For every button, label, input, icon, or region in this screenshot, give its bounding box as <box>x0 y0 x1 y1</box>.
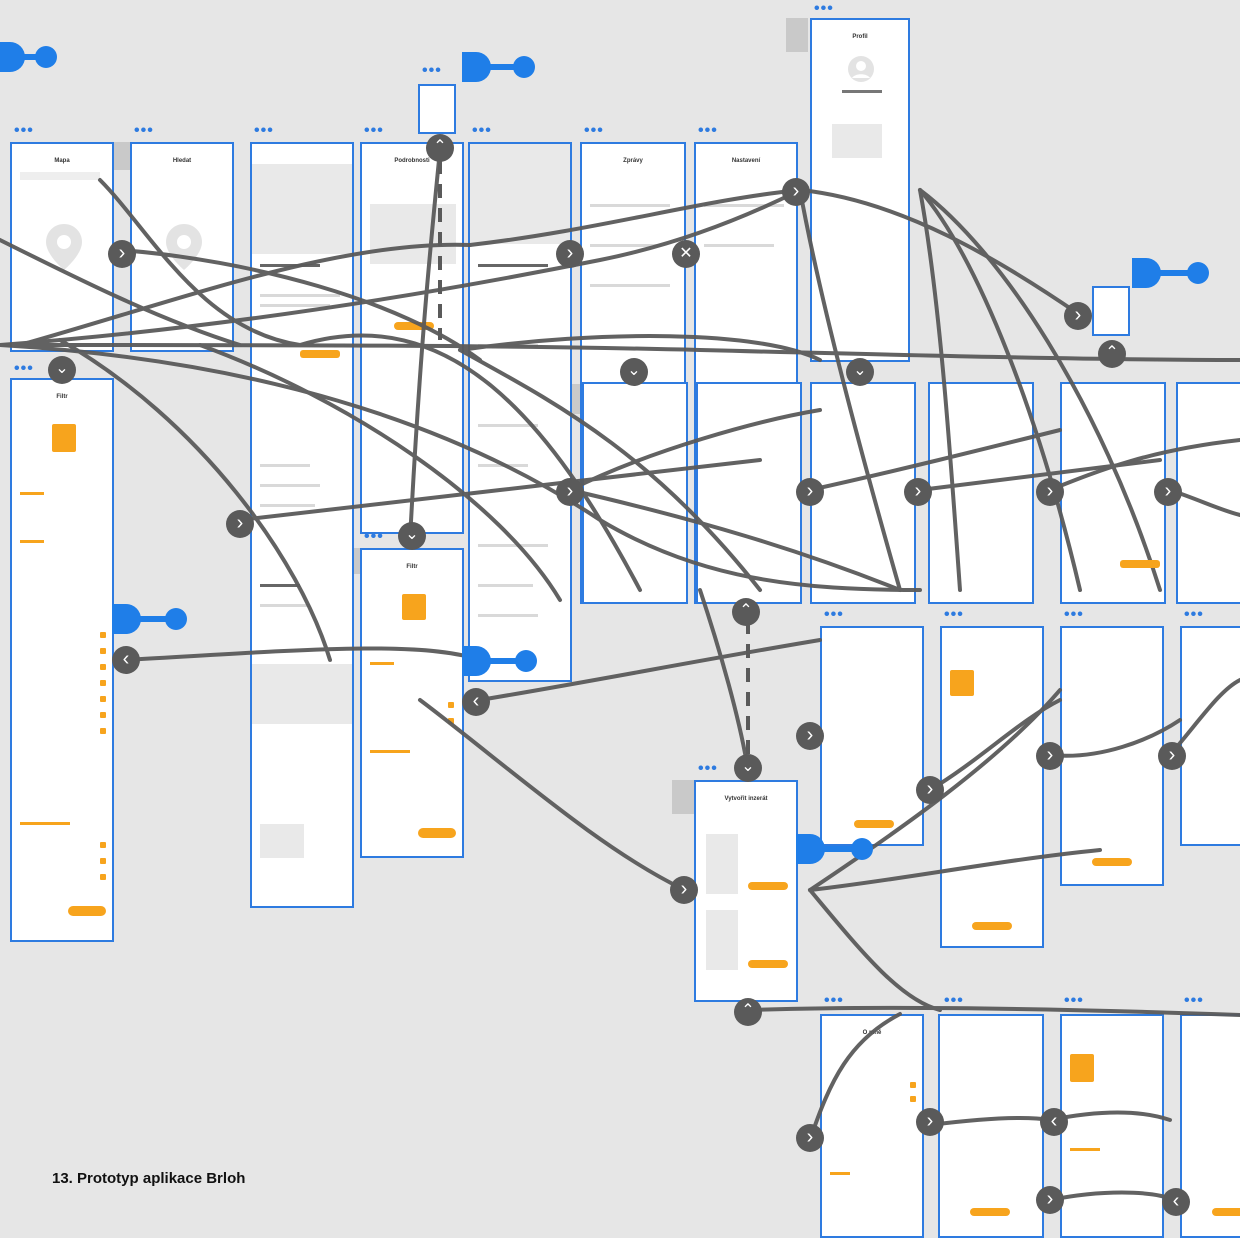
chevron-right-icon[interactable]: › <box>1036 742 1064 770</box>
chevron-down-icon[interactable]: ⌄ <box>48 356 76 384</box>
chevron-down-icon[interactable]: ⌄ <box>846 358 874 386</box>
close-icon[interactable]: ✕ <box>672 240 700 268</box>
link-pin-icon[interactable] <box>0 42 60 72</box>
chevron-right-icon[interactable]: › <box>108 240 136 268</box>
figure-caption: 13. Prototyp aplikace Brloh <box>52 1170 246 1187</box>
chevron-down-icon[interactable]: ⌄ <box>734 754 762 782</box>
chevron-left-icon[interactable]: ‹ <box>462 688 490 716</box>
chevron-right-icon[interactable]: › <box>916 1108 944 1136</box>
chevron-right-icon[interactable]: › <box>796 722 824 750</box>
chevron-right-icon[interactable]: › <box>1064 302 1092 330</box>
link-pin-icon[interactable] <box>796 834 876 864</box>
chevron-right-icon[interactable]: › <box>796 1124 824 1152</box>
link-pin-icon[interactable] <box>462 52 538 82</box>
chevron-right-icon[interactable]: › <box>1036 478 1064 506</box>
chevron-right-icon[interactable]: › <box>556 240 584 268</box>
chevron-right-icon[interactable]: › <box>1158 742 1186 770</box>
chevron-right-icon[interactable]: › <box>556 478 584 506</box>
chevron-left-icon[interactable]: ‹ <box>1040 1108 1068 1136</box>
link-pin-icon[interactable] <box>1132 258 1212 288</box>
link-pin-icon[interactable] <box>462 646 540 676</box>
chevron-up-icon[interactable]: ⌃ <box>732 598 760 626</box>
chevron-right-icon[interactable]: › <box>796 478 824 506</box>
chevron-right-icon[interactable]: › <box>916 776 944 804</box>
chevron-right-icon[interactable]: › <box>226 510 254 538</box>
chevron-up-icon[interactable]: ⌃ <box>734 998 762 1026</box>
chevron-down-icon[interactable]: ⌄ <box>620 358 648 386</box>
chevron-up-icon[interactable]: ⌃ <box>426 134 454 162</box>
chevron-down-icon[interactable]: ⌄ <box>398 522 426 550</box>
chevron-right-icon[interactable]: › <box>670 876 698 904</box>
chevron-up-icon[interactable]: ⌃ <box>1098 340 1126 368</box>
chevron-right-icon[interactable]: › <box>782 178 810 206</box>
chevron-left-icon[interactable]: ‹ <box>112 646 140 674</box>
prototype-canvas[interactable]: ••• Mapa ••• Hledat ••• ••• Podrobnosti … <box>0 0 1240 1238</box>
chevron-right-icon[interactable]: › <box>1154 478 1182 506</box>
chevron-left-icon[interactable]: ‹ <box>1162 1188 1190 1216</box>
link-pin-icon[interactable] <box>112 604 190 634</box>
chevron-right-icon[interactable]: › <box>904 478 932 506</box>
chevron-right-icon[interactable]: › <box>1036 1186 1064 1214</box>
